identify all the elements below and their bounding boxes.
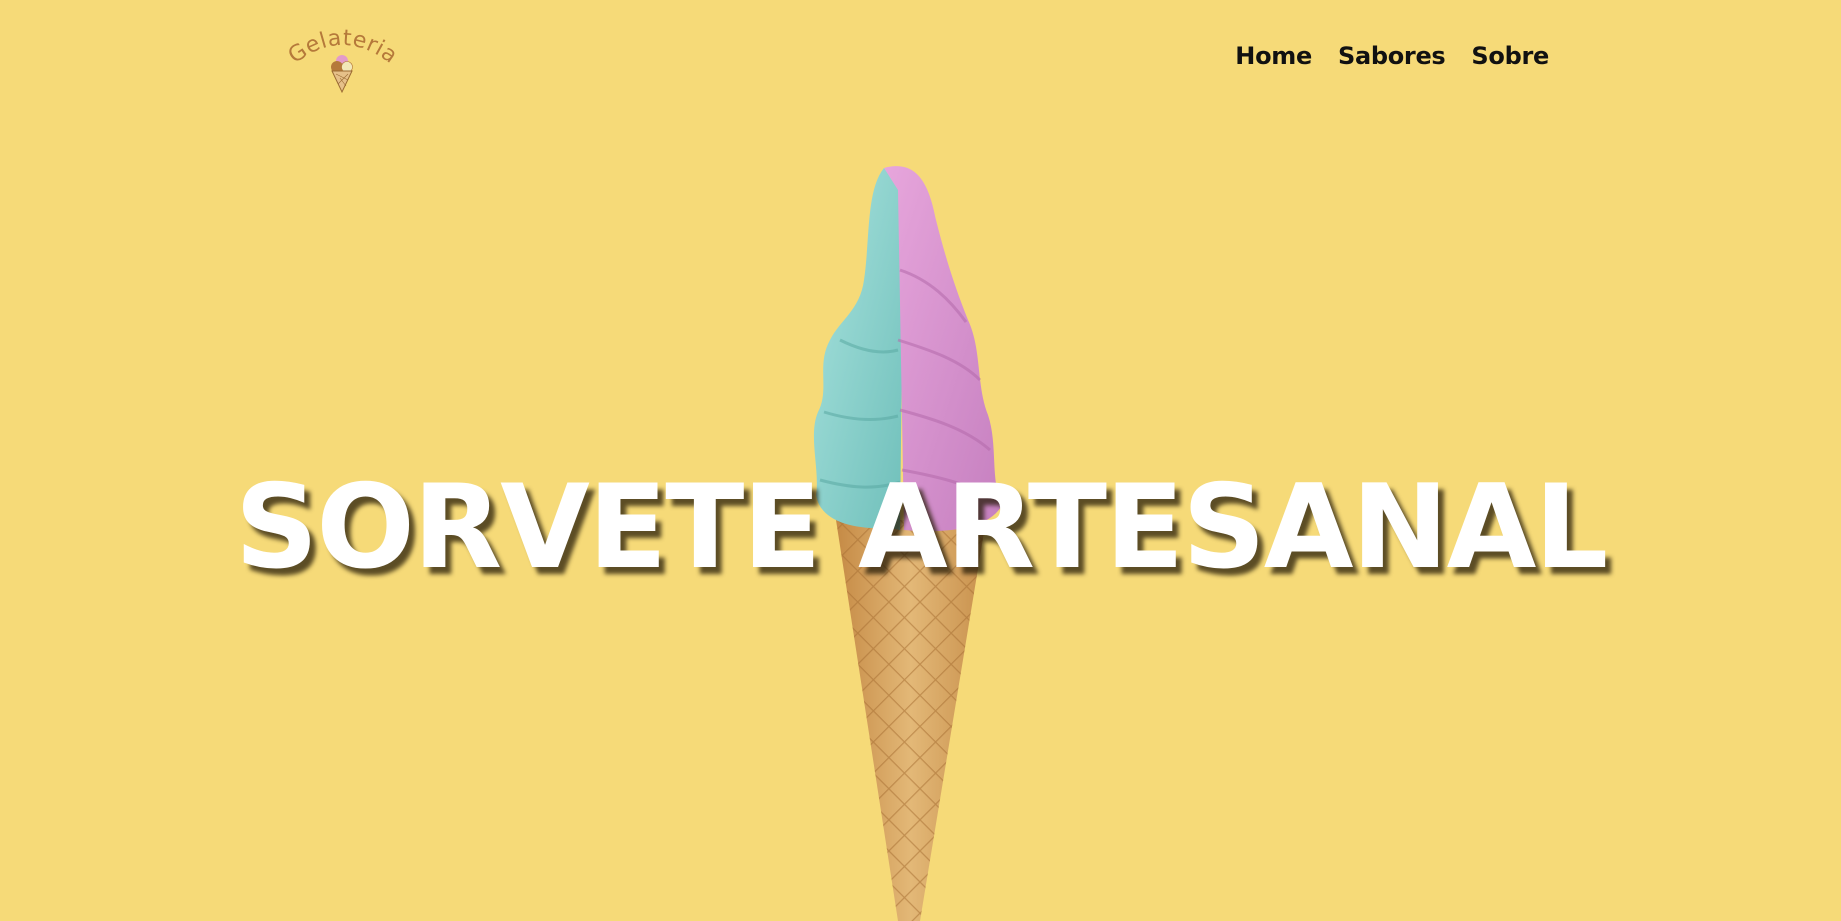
- logo-graphic: Gelateria: [284, 26, 402, 94]
- nav-sobre[interactable]: Sobre: [1471, 42, 1549, 70]
- main-nav: Home Sabores Sobre: [1235, 42, 1549, 70]
- gelateria-logo[interactable]: Gelateria: [282, 22, 406, 98]
- nav-home[interactable]: Home: [1235, 42, 1312, 70]
- logo-cone-icon: [331, 55, 353, 94]
- hero-title: SORVETE ARTESANAL: [234, 460, 1609, 595]
- landing-page: Gelateria Home Sabores Sobre SORVETE ART…: [0, 0, 1841, 921]
- nav-sabores[interactable]: Sabores: [1338, 42, 1446, 70]
